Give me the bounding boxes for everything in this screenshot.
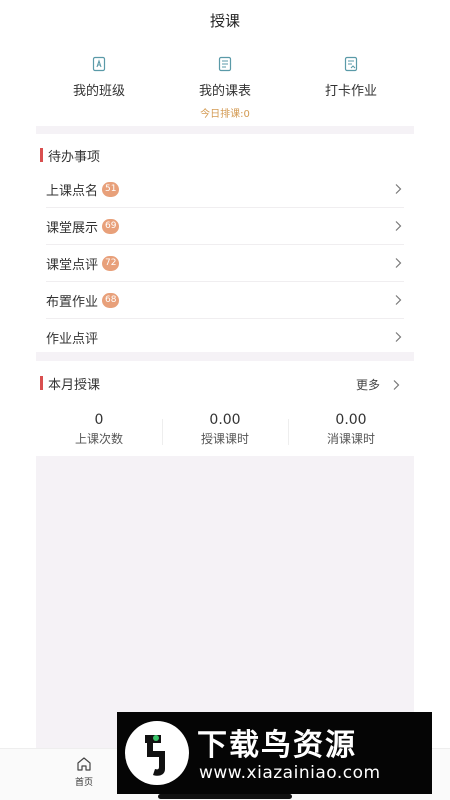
more-label: 更多: [355, 378, 380, 392]
home-indicator: [158, 794, 292, 799]
my-schedule-label: 我的课表: [198, 84, 251, 99]
class-icon: [92, 56, 106, 72]
todo-item-class-showcase[interactable]: 课堂展示 69: [46, 208, 404, 245]
home-icon: [77, 757, 91, 771]
my-schedule-link[interactable]: 我的课表 今日排课:0: [162, 56, 288, 120]
stat-class-count: 0 上课次数: [36, 412, 162, 447]
todo-item-label: 课堂点评: [46, 257, 99, 273]
month-title: 本月授课: [48, 377, 101, 393]
todo-item-label: 上课点名: [46, 183, 99, 199]
todo-section: 待办事项 上课点名 51 课堂展示 69 课堂点评 72 布置作业 68 作业点…: [36, 134, 414, 352]
checkin-homework-label: 打卡作业: [324, 84, 377, 99]
stat-consumed-hours: 0.00 消课课时: [288, 412, 414, 447]
stat-label: 授课课时: [200, 432, 249, 446]
chevron-right-icon: [393, 379, 400, 390]
page-title: 授课: [209, 12, 240, 30]
todo-item-label: 布置作业: [46, 294, 99, 310]
stat-label: 消课课时: [326, 432, 375, 446]
chevron-right-icon: [395, 295, 402, 305]
my-class-link[interactable]: 我的班级: [36, 56, 162, 99]
count-badge: 72: [102, 255, 120, 271]
watermark-url: www.xiazainiao.com: [199, 763, 381, 783]
bird-logo-icon: [145, 735, 165, 776]
count-badge: 68: [102, 292, 120, 308]
today-schedule-count: 今日排课:0: [200, 109, 250, 120]
todo-item-label: 作业点评: [46, 332, 99, 347]
stat-value: 0: [94, 412, 104, 428]
quick-links: 我的班级 我的课表 今日排课:0 打卡作业: [36, 36, 414, 126]
content-area: 我的班级 我的课表 今日排课:0 打卡作业 待办事项 上课点名 51 课堂展示 …: [36, 36, 414, 748]
section-accent-bar: [40, 376, 43, 390]
stat-value: 0.00: [335, 412, 367, 428]
watermark-title: 下载鸟资源: [197, 728, 357, 763]
chevron-right-icon: [395, 221, 402, 231]
todo-title: 待办事项: [48, 149, 101, 165]
more-link[interactable]: 更多: [356, 376, 402, 393]
todo-item-assign-homework[interactable]: 布置作业 68: [46, 282, 404, 319]
schedule-icon: [218, 56, 232, 72]
todo-item-label: 课堂展示: [46, 220, 99, 236]
count-badge: 51: [102, 181, 120, 197]
stat-label: 上课次数: [74, 432, 123, 446]
tab-home[interactable]: 首页: [60, 755, 108, 788]
homework-icon: [344, 56, 358, 72]
stat-value: 0.00: [209, 412, 241, 428]
chevron-right-icon: [395, 184, 402, 194]
chevron-right-icon: [395, 258, 402, 268]
watermark-banner: 下载鸟资源 www.xiazainiao.com: [117, 712, 432, 794]
section-accent-bar: [40, 148, 43, 162]
todo-item-homework-review[interactable]: 作业点评: [46, 319, 404, 356]
tab-home-label: 首页: [74, 778, 93, 788]
todo-item-roll-call[interactable]: 上课点名 51: [46, 171, 404, 208]
stat-teaching-hours: 0.00 授课课时: [162, 412, 288, 447]
todo-header: 待办事项: [40, 147, 101, 165]
chevron-right-icon: [395, 332, 402, 342]
monthly-teaching-section: 本月授课 更多 0 上课次数 0.00 授课课时 0.00 消课课时: [36, 361, 414, 456]
my-class-label: 我的班级: [72, 84, 125, 99]
checkin-homework-link[interactable]: 打卡作业: [288, 56, 414, 99]
count-badge: 69: [102, 218, 120, 234]
month-header: 本月授课: [40, 375, 101, 393]
watermark-logo: [125, 721, 189, 785]
todo-item-class-review[interactable]: 课堂点评 72: [46, 245, 404, 282]
